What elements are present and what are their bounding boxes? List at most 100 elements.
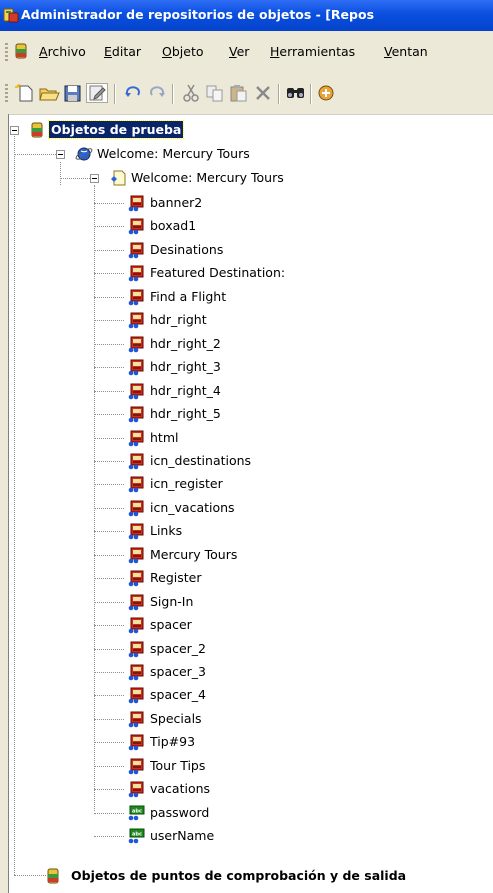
tree-node-label: Welcome: Mercury Tours <box>97 146 250 161</box>
cut-icon[interactable] <box>180 83 202 103</box>
tree-node-label: html <box>150 430 179 445</box>
menu-editar[interactable]: Editar <box>104 44 141 59</box>
tree-connector <box>94 625 124 626</box>
repository-menu-icon[interactable] <box>14 43 28 59</box>
tree-connector <box>94 250 124 251</box>
add-objects-icon[interactable] <box>316 83 338 103</box>
tree-node-object[interactable]: abc userName <box>9 825 489 847</box>
tree-node-object[interactable]: spacer_4 <box>9 684 489 706</box>
tree-node-object[interactable]: Specials <box>9 708 489 730</box>
tree-node-label: hdr_right_3 <box>150 359 221 374</box>
tree-node-label: hdr_right_5 <box>150 406 221 421</box>
title-bar[interactable]: Administrador de repositorios de objetos… <box>0 0 493 31</box>
tree-node-object[interactable]: hdr_right_2 <box>9 333 489 355</box>
menu-herramientas[interactable]: Herramientas <box>270 44 355 59</box>
tree-node-object[interactable]: boxad1 <box>9 215 489 237</box>
redo-icon[interactable] <box>146 83 168 103</box>
tree-node-object[interactable]: Tour Tips <box>9 755 489 777</box>
image-object-icon <box>127 780 145 798</box>
tree-node-object[interactable]: Find a Flight <box>9 286 489 308</box>
tree-node-object[interactable]: Desinations <box>9 239 489 261</box>
collapse-toggle[interactable] <box>10 126 19 135</box>
tree-connector <box>94 789 124 790</box>
tree-connector <box>94 719 124 720</box>
repository-icon <box>30 121 48 139</box>
tree-node-object[interactable]: Register <box>9 567 489 589</box>
delete-icon[interactable] <box>252 83 274 103</box>
open-folder-icon[interactable] <box>38 83 60 103</box>
collapse-toggle[interactable] <box>90 174 99 183</box>
tree-node-object[interactable]: html <box>9 427 489 449</box>
image-object-icon <box>127 194 145 212</box>
tree-node-object[interactable]: hdr_right <box>9 309 489 331</box>
copy-icon[interactable] <box>204 83 226 103</box>
image-object-icon <box>127 663 145 681</box>
tree-node-object[interactable]: hdr_right_3 <box>9 356 489 378</box>
tree-node-object[interactable]: Mercury Tours <box>9 544 489 566</box>
tree-node-test-objects[interactable]: Objetos de prueba <box>9 119 489 141</box>
svg-text:abc: abc <box>132 831 142 837</box>
tree-node-object[interactable]: abc password <box>9 802 489 824</box>
menu-archivo[interactable]: Archivo <box>39 44 86 59</box>
tree-node-object[interactable]: banner2 <box>9 192 489 214</box>
tree-connector <box>94 461 124 462</box>
save-icon[interactable] <box>62 83 84 103</box>
tree-node-object[interactable]: vacations <box>9 778 489 800</box>
tree-node-label: spacer_4 <box>150 687 207 702</box>
tree-connector <box>94 508 124 509</box>
tree-node-label: icn_vacations <box>150 500 235 515</box>
new-icon[interactable] <box>14 83 36 103</box>
tree-connector <box>94 344 124 345</box>
tree-node-label: icn_register <box>150 476 223 491</box>
tree-node-object[interactable]: spacer <box>9 614 489 636</box>
toolbar-grip[interactable] <box>5 84 8 104</box>
tree-node-object[interactable]: Featured Destination: <box>9 262 489 284</box>
image-object-icon <box>127 288 145 306</box>
undo-icon[interactable] <box>122 83 144 103</box>
tree-node-object[interactable]: Tip#93 <box>9 731 489 753</box>
paste-icon[interactable] <box>228 83 250 103</box>
tree-node-object[interactable]: spacer_3 <box>9 661 489 683</box>
image-object-icon <box>127 616 145 634</box>
image-object-icon <box>127 475 145 493</box>
tree-connector <box>94 391 124 392</box>
menu-ventana[interactable]: Ventan <box>384 44 428 59</box>
repository-icon <box>46 867 64 885</box>
image-object-icon <box>127 569 145 587</box>
tree-connector <box>94 531 124 532</box>
tree-node-page[interactable]: Welcome: Mercury Tours <box>9 167 489 189</box>
image-object-icon <box>127 686 145 704</box>
tree-node-label: vacations <box>150 781 211 796</box>
image-object-icon <box>127 264 145 282</box>
tree-node-label: hdr_right <box>150 312 207 327</box>
tree-node-checkpoints[interactable]: Objetos de puntos de comprobación y de s… <box>9 865 489 887</box>
tree-node-label: userName <box>150 828 215 843</box>
tree-node-object[interactable]: spacer_2 <box>9 638 489 660</box>
tree-node-object[interactable]: hdr_right_4 <box>9 380 489 402</box>
menu-objeto[interactable]: Objeto <box>162 44 204 59</box>
tree-node-object[interactable]: Links <box>9 520 489 542</box>
tree-node-label: spacer_3 <box>150 664 207 679</box>
edit-icon[interactable] <box>86 83 108 103</box>
object-tree[interactable]: Objetos de prueba Welcome: Mercury Tours… <box>9 114 493 893</box>
image-object-icon <box>127 452 145 470</box>
tree-node-object[interactable]: hdr_right_5 <box>9 403 489 425</box>
menu-ver[interactable]: Ver <box>229 44 249 59</box>
image-object-icon <box>127 241 145 259</box>
tree-node-object[interactable]: icn_destinations <box>9 450 489 472</box>
tree-node-object[interactable]: icn_vacations <box>9 497 489 519</box>
tree-node-label: password <box>150 805 210 820</box>
tree-connector <box>94 766 124 767</box>
menu-grip[interactable] <box>5 43 8 61</box>
tree-node-label: Find a Flight <box>150 289 227 304</box>
find-icon[interactable] <box>285 83 307 103</box>
tree-node-label: Desinations <box>150 242 224 257</box>
collapse-toggle[interactable] <box>56 150 65 159</box>
tree-connector <box>14 154 56 155</box>
image-object-icon <box>127 733 145 751</box>
tree-node-label: hdr_right_2 <box>150 336 221 351</box>
tree-node-label: icn_destinations <box>150 453 252 468</box>
tree-node-browser[interactable]: Welcome: Mercury Tours <box>9 143 489 165</box>
tree-node-object[interactable]: icn_register <box>9 473 489 495</box>
tree-node-object[interactable]: Sign-In <box>9 591 489 613</box>
